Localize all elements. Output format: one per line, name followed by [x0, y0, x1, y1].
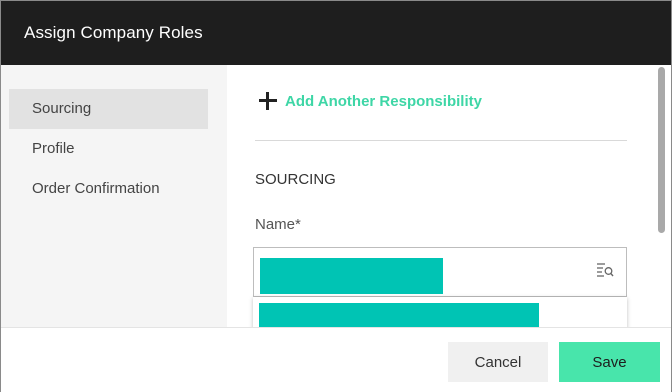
dialog-footer: Cancel Save	[1, 327, 671, 392]
dialog-title: Assign Company Roles	[24, 23, 203, 42]
redacted-value	[260, 258, 443, 294]
add-responsibility-button[interactable]: Add Another Responsibility	[259, 91, 482, 111]
add-responsibility-label: Add Another Responsibility	[285, 92, 482, 110]
sidebar-item-label: Sourcing	[32, 100, 92, 117]
main-content: Add Another Responsibility SOURCING Name…	[227, 65, 671, 327]
sidebar: Sourcing Profile Order Confirmation	[1, 65, 227, 327]
sidebar-item-label: Profile	[32, 140, 75, 157]
section-title: SOURCING	[255, 171, 336, 188]
name-suggestion-dropdown	[253, 297, 627, 327]
sidebar-item-label: Order Confirmation	[32, 180, 160, 197]
search-list-icon[interactable]	[596, 262, 614, 278]
cancel-button[interactable]: Cancel	[448, 342, 548, 382]
name-field-label: Name*	[255, 216, 301, 233]
scrollbar-thumb[interactable]	[658, 67, 665, 233]
divider	[255, 140, 627, 141]
suggestion-item[interactable]	[259, 303, 539, 327]
assign-roles-dialog: Assign Company Roles Sourcing Profile Or…	[0, 0, 672, 392]
plus-icon	[259, 92, 277, 110]
name-search-input[interactable]	[253, 247, 627, 297]
save-button[interactable]: Save	[559, 342, 660, 382]
sidebar-item-profile[interactable]: Profile	[9, 129, 208, 169]
sidebar-item-order-confirmation[interactable]: Order Confirmation	[9, 169, 208, 209]
sidebar-item-sourcing[interactable]: Sourcing	[9, 89, 208, 129]
dialog-titlebar: Assign Company Roles	[1, 1, 671, 65]
